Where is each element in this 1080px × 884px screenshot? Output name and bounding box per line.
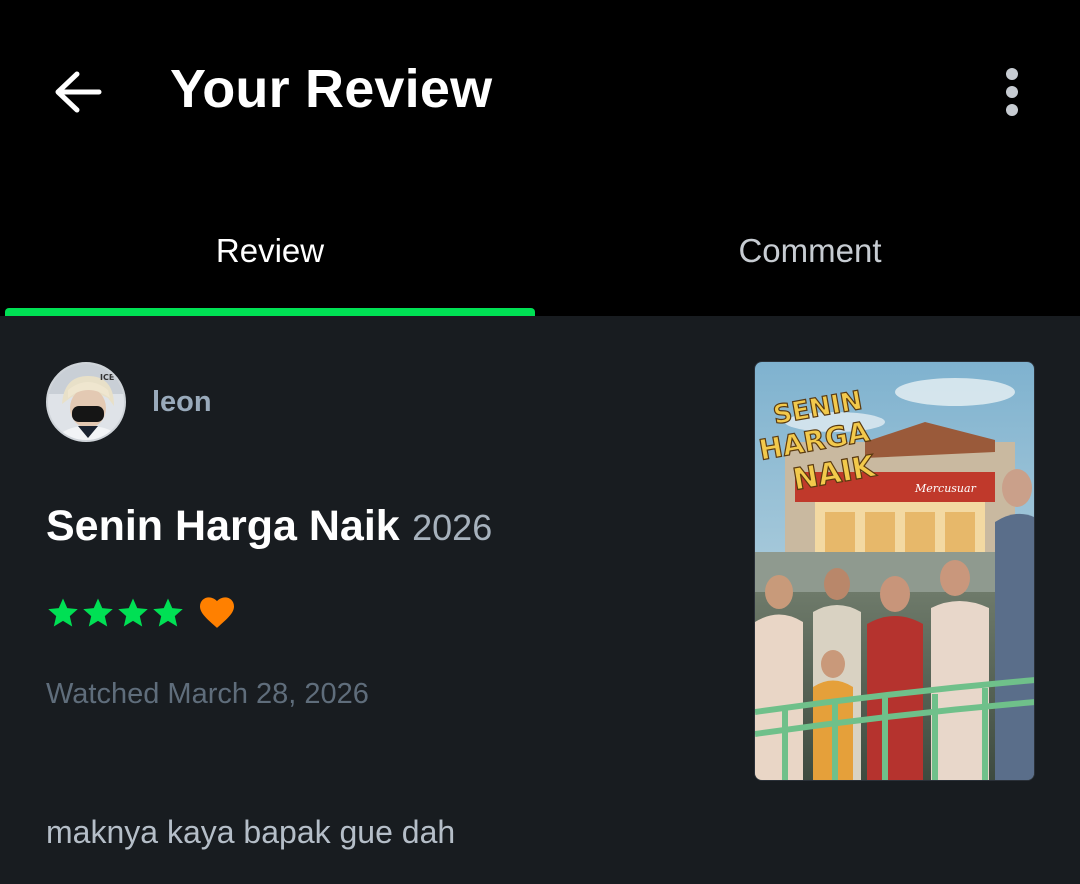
more-options-button[interactable] — [990, 62, 1034, 122]
tab-bar: Review Comment — [0, 186, 1080, 316]
film-year[interactable]: 2026 — [412, 507, 492, 548]
watched-date: Watched March 28, 2026 — [46, 678, 369, 710]
film-title[interactable]: Senin Harga Naik — [46, 502, 400, 550]
arrow-left-icon — [55, 71, 102, 113]
avatar[interactable]: ICE — [46, 362, 126, 442]
tab-review-label: Review — [215, 232, 325, 269]
reviewer-row[interactable]: ICE leon — [46, 362, 212, 442]
star-icon — [48, 598, 78, 627]
tab-comment[interactable]: Comment — [540, 186, 1080, 316]
rating-row — [46, 596, 236, 630]
poster-image: Mercusuar SENIN HARGA NAIK — [755, 362, 1034, 780]
star-icon — [118, 598, 148, 627]
avatar-image: ICE — [48, 364, 124, 440]
film-poster[interactable]: Mercusuar SENIN HARGA NAIK — [754, 361, 1035, 781]
app-screen: Your Review Review Comment ICE leon Seni… — [0, 0, 1080, 884]
vertical-dots-icon — [1006, 68, 1018, 116]
top-app-bar: Your Review — [0, 0, 1080, 186]
avatar-badge-text: ICE — [100, 373, 114, 382]
tab-review[interactable]: Review — [0, 186, 540, 316]
review-body: maknya kaya bapak gue dah — [46, 814, 456, 850]
poster-store-sign: Mercusuar — [914, 482, 977, 495]
tab-comment-label: Comment — [738, 232, 882, 269]
star-icon — [83, 598, 113, 627]
star-icon — [153, 598, 183, 627]
page-title: Your Review — [170, 59, 493, 119]
film-title-line: Senin Harga Naik 2026 — [46, 502, 492, 551]
active-tab-indicator — [5, 308, 535, 316]
back-button[interactable] — [44, 62, 112, 122]
reviewer-username[interactable]: leon — [152, 386, 212, 419]
heart-icon — [200, 597, 234, 628]
review-content: ICE leon Senin Harga Naik 2026 Watched M… — [0, 316, 1080, 884]
